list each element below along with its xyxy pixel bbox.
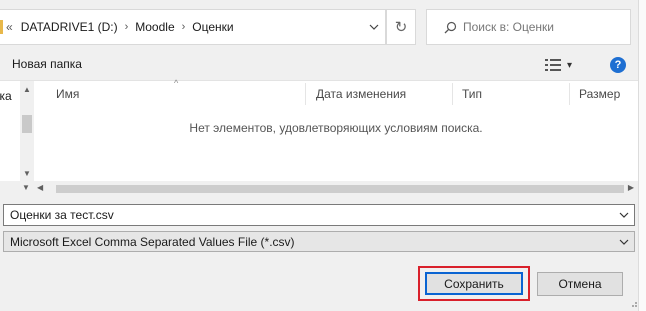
breadcrumb-moodle[interactable]: Moodle (135, 20, 174, 34)
file-type-select[interactable]: Microsoft Excel Comma Separated Values F… (3, 231, 635, 252)
navigation-pane[interactable]: зка (0, 81, 20, 181)
column-header-size[interactable]: Размер (569, 81, 638, 107)
address-bar[interactable]: « DATADRIVE1 (D:) › Moodle › Оценки (0, 9, 386, 45)
refresh-icon: ↻ (394, 19, 408, 36)
scroll-down-icon[interactable]: ▼ (22, 183, 30, 192)
navigation-item-clipped[interactable]: зка (0, 89, 12, 103)
breadcrumb-overflow-chevron[interactable]: « (6, 20, 13, 34)
file-name-value[interactable]: Оценки за тест.csv (10, 208, 114, 222)
details-view-icon (545, 59, 561, 71)
empty-list-message: Нет элементов, удовлетворяющих условиям … (189, 121, 483, 135)
chevron-down-icon (619, 239, 629, 245)
scroll-left-icon[interactable]: ◀ (37, 183, 43, 192)
breadcrumb-drive[interactable]: DATADRIVE1 (D:) (21, 20, 118, 34)
chevron-down-icon (619, 212, 629, 218)
breadcrumb-grades[interactable]: Оценки (192, 20, 233, 34)
save-button[interactable]: Сохранить (425, 272, 523, 295)
scroll-right-icon[interactable]: ▶ (628, 183, 634, 192)
file-name-dropdown[interactable] (617, 208, 631, 222)
search-icon (437, 21, 463, 34)
scroll-down-icon[interactable]: ▼ (20, 167, 34, 179)
breadcrumb: « DATADRIVE1 (D:) › Moodle › Оценки (0, 10, 234, 44)
scroll-thumb[interactable] (56, 185, 624, 193)
help-button[interactable]: ? (610, 57, 626, 73)
resize-grip-icon[interactable] (628, 298, 638, 308)
chevron-down-icon (369, 24, 379, 30)
scroll-up-icon[interactable]: ▲ (20, 83, 34, 95)
breadcrumb-separator-icon[interactable]: › (125, 21, 129, 33)
address-history-dropdown[interactable] (363, 10, 385, 44)
new-folder-button[interactable]: Новая папка (12, 57, 82, 71)
horizontal-scrollbar[interactable]: ◀ ▶ (34, 181, 638, 196)
view-options-button[interactable]: ▾ (545, 57, 585, 73)
refresh-button[interactable]: ↻ (386, 9, 416, 45)
scroll-thumb[interactable] (22, 115, 32, 133)
search-input[interactable]: Поиск в: Оценки (426, 9, 631, 45)
column-header-name[interactable]: Имя (46, 81, 306, 107)
cancel-button[interactable]: Отмена (537, 272, 623, 296)
view-dropdown-icon: ▾ (567, 59, 573, 71)
breadcrumb-separator-icon[interactable]: › (182, 21, 186, 33)
scroll-corner: ▼ (0, 181, 34, 196)
file-type-dropdown[interactable] (617, 235, 631, 249)
nav-vertical-scrollbar[interactable]: ▲ ▼ (20, 81, 34, 181)
file-list-pane: зка ▲ ▼ ^ Имя Дата изменения Тип Размер … (0, 78, 638, 196)
column-header-type[interactable]: Тип (452, 81, 569, 107)
column-header-date-modified[interactable]: Дата изменения (306, 81, 452, 107)
file-type-value[interactable]: Microsoft Excel Comma Separated Values F… (10, 235, 295, 249)
search-placeholder: Поиск в: Оценки (463, 20, 554, 34)
file-name-field[interactable]: Оценки за тест.csv (3, 204, 635, 226)
background-window-edge (638, 0, 646, 311)
